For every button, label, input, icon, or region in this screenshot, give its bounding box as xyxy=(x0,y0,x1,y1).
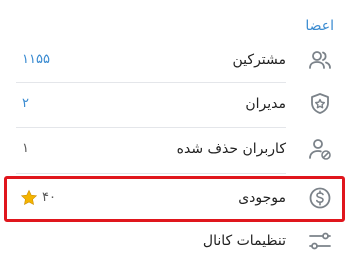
subscribers-label: مشترکین xyxy=(232,52,286,68)
removed-users-row[interactable]: کاربران حذف شده ۱ xyxy=(0,127,350,171)
channel-settings-row[interactable]: تنظیمات کانال xyxy=(0,219,350,263)
admin-shield-icon xyxy=(311,93,329,114)
subscribers-count: ۱۱۵۵ xyxy=(22,52,50,67)
removed-users-label: کاربران حذف شده xyxy=(176,141,286,157)
removed-user-icon xyxy=(309,139,331,160)
admins-count: ۲ xyxy=(22,96,29,111)
highlight-frame xyxy=(4,176,345,222)
admins-label: مدیران xyxy=(245,96,286,112)
channel-members-panel: اعضا مشترکین ۱۱۵۵ مدیران ۲ کاربران حذف ش… xyxy=(0,0,350,268)
sliders-icon xyxy=(309,232,331,250)
channel-settings-label: تنظیمات کانال xyxy=(202,233,286,249)
admins-row[interactable]: مدیران ۲ xyxy=(0,82,350,126)
divider xyxy=(16,173,286,174)
removed-users-count: ۱ xyxy=(22,141,29,156)
subscribers-row[interactable]: مشترکین ۱۱۵۵ xyxy=(0,38,350,82)
users-icon xyxy=(309,51,331,69)
section-title: اعضا xyxy=(305,18,334,34)
